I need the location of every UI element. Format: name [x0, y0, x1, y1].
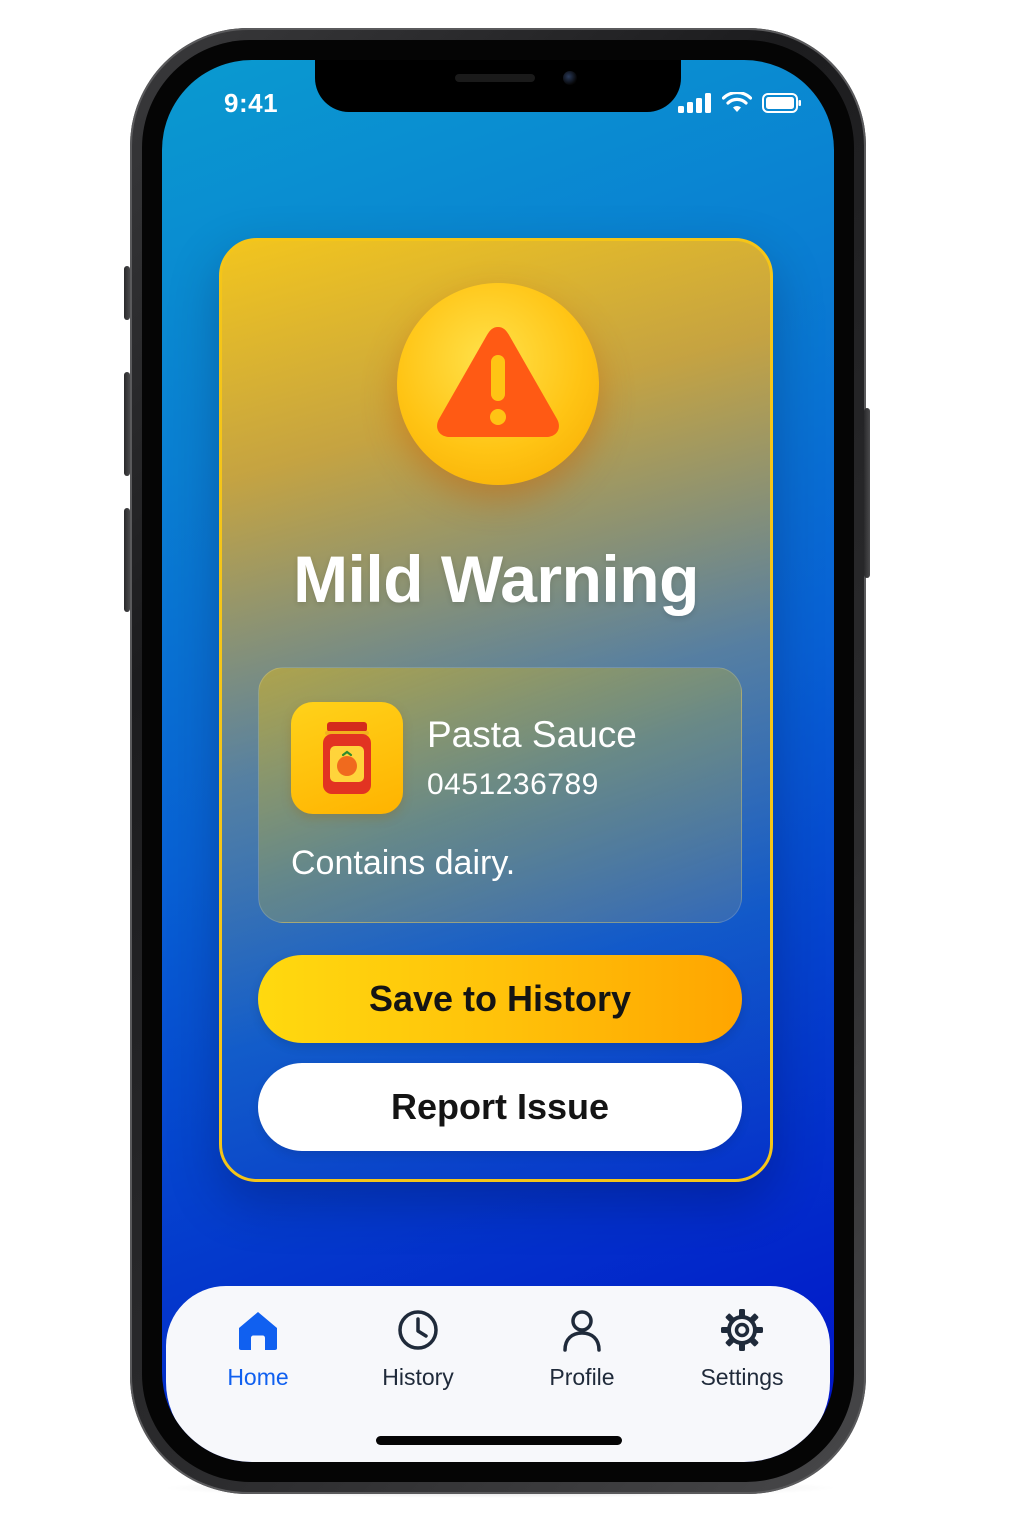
- product-thumbnail: [291, 702, 403, 814]
- home-icon: [188, 1308, 328, 1354]
- mute-switch: [124, 266, 130, 320]
- tab-bar: Home History Profile Settings: [166, 1286, 830, 1462]
- status-time: 9:41: [224, 88, 279, 118]
- tab-home-label: Home: [227, 1364, 289, 1390]
- home-indicator[interactable]: [376, 1436, 622, 1445]
- tab-home[interactable]: Home: [188, 1308, 328, 1398]
- status-icons: [678, 91, 802, 119]
- tab-profile-label: Profile: [549, 1364, 615, 1390]
- clock-icon: [348, 1308, 488, 1354]
- product-name: Pasta Sauce: [427, 714, 637, 755]
- screen: 9:41 Mild Warning Pasta Sauce 0451236789…: [162, 60, 834, 1462]
- stage: 9:41 Mild Warning Pasta Sauce 0451236789…: [0, 0, 1024, 1536]
- product-card: Pasta Sauce 0451236789 Contains dairy.: [258, 667, 742, 923]
- tab-settings-label: Settings: [700, 1364, 784, 1390]
- tab-history[interactable]: History: [348, 1308, 488, 1398]
- warning-card: Mild Warning Pasta Sauce 0451236789 Cont…: [219, 238, 773, 1182]
- gear-icon: [672, 1308, 812, 1354]
- volume-up-button: [124, 372, 130, 476]
- battery-icon: [762, 93, 802, 118]
- cellular-signal-icon: [678, 93, 712, 118]
- save-to-history-button[interactable]: Save to History: [258, 955, 742, 1043]
- speaker-grille: [455, 74, 535, 82]
- warning-badge: [397, 283, 599, 485]
- tab-settings[interactable]: Settings: [672, 1308, 812, 1398]
- allergen-note: Contains dairy.: [291, 844, 516, 882]
- warning-title: Mild Warning: [293, 542, 699, 616]
- power-button: [864, 408, 870, 578]
- product-barcode: 0451236789: [427, 768, 599, 801]
- tab-history-label: History: [382, 1364, 454, 1390]
- notch: [315, 60, 681, 112]
- wifi-icon: [721, 91, 753, 119]
- person-icon: [512, 1308, 652, 1354]
- front-camera: [563, 71, 577, 85]
- report-issue-button[interactable]: Report Issue: [258, 1063, 742, 1151]
- tab-profile[interactable]: Profile: [512, 1308, 652, 1398]
- volume-down-button: [124, 508, 130, 612]
